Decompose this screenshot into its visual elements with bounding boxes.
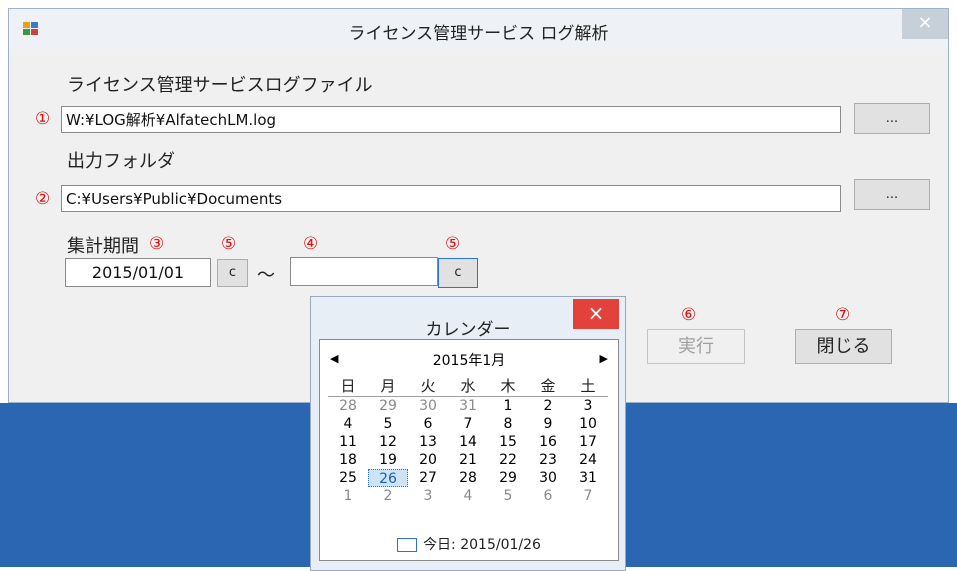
calendar-day[interactable]: 14 xyxy=(448,433,488,451)
calendar-week-row: 4 5 6 7 8 9 10 xyxy=(328,415,608,433)
window-title: ライセンス管理サービス ログ解析 xyxy=(348,24,609,44)
calendar-day[interactable]: 3 xyxy=(408,487,448,505)
day-of-week: 火 xyxy=(420,377,436,395)
calendar-day[interactable]: 9 xyxy=(528,415,568,433)
day-of-week: 日 xyxy=(340,377,356,395)
day-of-week: 金 xyxy=(540,377,556,395)
marker-2: ② xyxy=(35,189,51,209)
end-date-calendar-button[interactable]: c xyxy=(438,258,478,288)
calendar-day[interactable]: 26 xyxy=(368,469,408,487)
marker-5-start: ⑤ xyxy=(221,234,237,254)
output-folder-label: 出力フォルダ xyxy=(67,151,175,172)
next-month-icon[interactable]: ▶ xyxy=(600,352,608,365)
calendar-day[interactable]: 29 xyxy=(488,469,528,487)
calendar-day[interactable]: 10 xyxy=(568,415,608,433)
calendar-day[interactable]: 23 xyxy=(528,451,568,469)
marker-5-end: ⑤ xyxy=(445,234,461,254)
day-of-week: 月 xyxy=(380,377,396,395)
period-label: 集計期間 xyxy=(67,236,139,257)
calendar-day[interactable]: 31 xyxy=(448,397,488,415)
calendar-week-row: 25 26 27 28 29 30 31 xyxy=(328,469,608,487)
calendar-day[interactable]: 31 xyxy=(568,469,608,487)
calendar-day[interactable]: 21 xyxy=(448,451,488,469)
calendar-day[interactable]: 16 xyxy=(528,433,568,451)
calendar-day[interactable]: 6 xyxy=(528,487,568,505)
calendar-day[interactable]: 27 xyxy=(408,469,448,487)
month-calendar: ◀ 2015年1月 ▶ 日月火水木金土 28 29 30 31 1 2 3 4 5 6 7 8 9 10 1… xyxy=(319,339,619,561)
close-form-button[interactable]: 閉じる xyxy=(795,329,892,364)
day-of-week: 木 xyxy=(500,377,516,395)
today-link[interactable]: 今日: 2015/01/26 xyxy=(320,534,618,554)
calendar-week-row: 28 29 30 31 1 2 3 xyxy=(328,397,608,415)
window-close-button[interactable]: × xyxy=(902,9,948,39)
calendar-day[interactable]: 30 xyxy=(408,397,448,415)
log-file-browse-button[interactable]: ... xyxy=(854,103,930,134)
calendar-day[interactable]: 30 xyxy=(528,469,568,487)
day-of-week: 土 xyxy=(580,377,596,395)
log-file-label: ライセンス管理サービスログファイル xyxy=(67,75,373,96)
calendar-day[interactable]: 28 xyxy=(448,469,488,487)
calendar-day[interactable]: 13 xyxy=(408,433,448,451)
calendar-day[interactable]: 24 xyxy=(568,451,608,469)
log-file-input[interactable] xyxy=(61,106,841,133)
start-date-input[interactable] xyxy=(65,258,211,287)
marker-4: ④ xyxy=(303,234,319,254)
marker-7: ⑦ xyxy=(835,305,851,325)
calendar-day[interactable]: 12 xyxy=(368,433,408,451)
calendar-day[interactable]: 15 xyxy=(488,433,528,451)
calendar-day[interactable]: 11 xyxy=(328,433,368,451)
period-tilde: 〜 xyxy=(257,265,275,286)
calendar-day[interactable]: 1 xyxy=(328,487,368,505)
marker-3: ③ xyxy=(149,234,165,254)
calendar-week-row: 11 12 13 14 15 16 17 xyxy=(328,433,608,451)
calendar-day[interactable]: 2 xyxy=(368,487,408,505)
calendar-day[interactable]: 19 xyxy=(368,451,408,469)
marker-1: ① xyxy=(35,109,51,129)
calendar-day[interactable]: 8 xyxy=(488,415,528,433)
calendar-week-row: 18 19 20 21 22 23 24 xyxy=(328,451,608,469)
calendar-day[interactable]: 20 xyxy=(408,451,448,469)
day-of-week-header: 日月火水木金土 xyxy=(328,376,608,397)
calendar-day[interactable]: 17 xyxy=(568,433,608,451)
today-marker-icon xyxy=(397,538,418,552)
output-folder-input[interactable] xyxy=(61,185,841,212)
calendar-day[interactable]: 7 xyxy=(568,487,608,505)
title-bar[interactable]: ライセンス管理サービス ログ解析 × xyxy=(9,9,948,49)
calendar-day[interactable]: 18 xyxy=(328,451,368,469)
calendar-close-button[interactable]: × xyxy=(573,299,619,329)
output-folder-browse-button[interactable]: ... xyxy=(854,179,930,210)
today-label: 今日: 2015/01/26 xyxy=(423,537,541,553)
day-of-week: 水 xyxy=(460,377,476,395)
end-date-input[interactable] xyxy=(290,257,438,286)
calendar-day[interactable]: 6 xyxy=(408,415,448,433)
calendar-day[interactable]: 4 xyxy=(328,415,368,433)
start-date-calendar-button[interactable]: c xyxy=(217,259,248,287)
calendar-grid: 日月火水木金土 28 29 30 31 1 2 3 4 5 6 7 8 9 10 11 12 13 14 15 16 1… xyxy=(328,376,608,505)
calendar-popup: カレンダー × ◀ 2015年1月 ▶ 日月火水木金土 28 29 30 31 1 2 3 4… xyxy=(310,296,626,571)
calendar-month-label[interactable]: 2015年1月 xyxy=(320,350,618,370)
calendar-week-row: 1234567 xyxy=(328,487,608,505)
calendar-day[interactable]: 5 xyxy=(368,415,408,433)
calendar-day[interactable]: 29 xyxy=(368,397,408,415)
calendar-day[interactable]: 1 xyxy=(488,397,528,415)
calendar-day[interactable]: 25 xyxy=(328,469,368,487)
run-button[interactable]: 実行 xyxy=(647,329,745,364)
calendar-day[interactable]: 4 xyxy=(448,487,488,505)
calendar-day[interactable]: 5 xyxy=(488,487,528,505)
calendar-day[interactable]: 2 xyxy=(528,397,568,415)
calendar-day[interactable]: 28 xyxy=(328,397,368,415)
calendar-day[interactable]: 22 xyxy=(488,451,528,469)
calendar-day[interactable]: 7 xyxy=(448,415,488,433)
marker-6: ⑥ xyxy=(681,305,697,325)
calendar-day[interactable]: 3 xyxy=(568,397,608,415)
